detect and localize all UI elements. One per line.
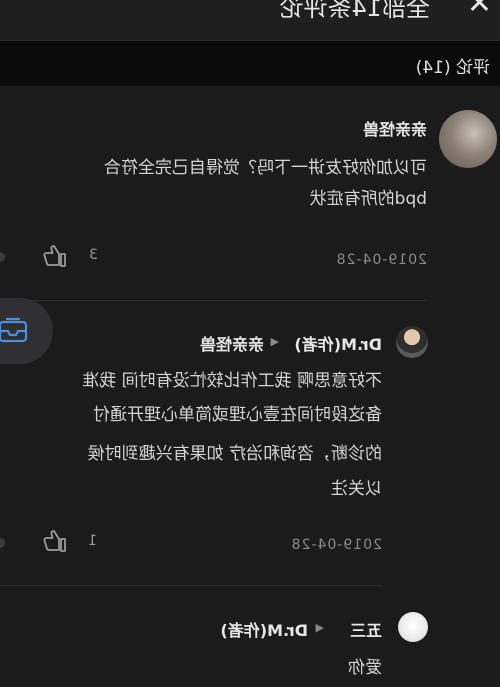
divider bbox=[0, 300, 427, 301]
comment-panel: ✕ 全部14条评论 评论 (14) 亲亲怪兽 可以加你好友讲一下吗？觉得自己完全… bbox=[0, 0, 500, 687]
comment-text-line: 备这段时间在壹心理或简单心理开通付 bbox=[93, 405, 382, 425]
like-count: 1 bbox=[88, 533, 97, 549]
comment-count-bar: 评论 (14) bbox=[0, 41, 500, 86]
reply-arrow-icon: ◀ bbox=[315, 621, 324, 634]
message-inbox-icon bbox=[0, 317, 28, 343]
comment-date: 2019-04-28 bbox=[335, 252, 427, 268]
comment-text-line: 以关注 bbox=[331, 479, 382, 499]
divider bbox=[0, 585, 382, 586]
panel-title: 全部14条评论 bbox=[279, 0, 430, 22]
comment-text-line: 不好意思啊 我工作比较忙没有时间 我准 bbox=[82, 371, 382, 391]
more-icon[interactable] bbox=[0, 538, 5, 548]
comment-author[interactable]: 亲亲怪兽 bbox=[363, 116, 427, 140]
comment-text-line: bpd的所有症状 bbox=[309, 189, 427, 209]
close-icon[interactable]: ✕ bbox=[467, 0, 492, 21]
avatar[interactable] bbox=[396, 326, 428, 358]
thumbs-up-icon[interactable] bbox=[42, 243, 68, 269]
comment-author[interactable]: Dr.M(作者) bbox=[294, 331, 382, 355]
avatar[interactable] bbox=[439, 110, 497, 168]
reply-target[interactable]: Dr.M(作者) bbox=[220, 617, 308, 641]
reply-arrow-icon: ◀ bbox=[270, 335, 279, 348]
comment-count-label: 评论 (14) bbox=[415, 58, 490, 78]
reply-target[interactable]: 亲亲怪兽 bbox=[200, 331, 264, 355]
floating-message-button[interactable] bbox=[0, 298, 53, 364]
comment-date: 2019-04-28 bbox=[290, 537, 382, 553]
comment-author[interactable]: 五三 bbox=[350, 617, 382, 641]
panel-header: ✕ 全部14条评论 bbox=[0, 0, 500, 41]
more-icon[interactable] bbox=[0, 252, 5, 262]
like-count: 3 bbox=[89, 247, 98, 263]
avatar[interactable] bbox=[398, 612, 428, 642]
thumbs-up-icon[interactable] bbox=[42, 528, 68, 554]
comment-text-line: 的诊断，咨询和治疗 如果有兴趣到时候 bbox=[87, 444, 382, 464]
comment-text-line: 可以加你好友讲一下吗？觉得自己完全符合 bbox=[104, 158, 427, 178]
comment-text-line: 爱你 bbox=[348, 658, 382, 678]
